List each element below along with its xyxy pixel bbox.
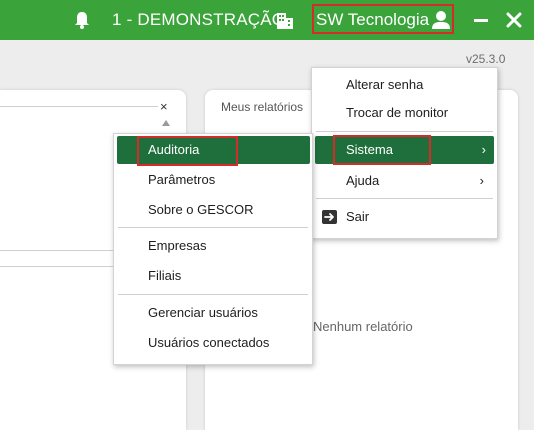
panel-divider (0, 106, 158, 107)
menu-item-ajuda[interactable]: Ajuda › (315, 167, 492, 195)
menu-separator (316, 131, 493, 132)
close-icon[interactable]: × (160, 100, 168, 113)
menu-item-empresas[interactable]: Empresas (117, 232, 310, 260)
menu-item-parametros[interactable]: Parâmetros (117, 166, 310, 194)
user-icon[interactable] (430, 9, 452, 31)
user-menu-button[interactable]: SW Tecnologia (316, 10, 429, 30)
sistema-submenu: Auditoria Parâmetros Sobre o GESCOR Empr… (113, 133, 313, 365)
menu-item-trocar-monitor[interactable]: Trocar de monitor (315, 99, 492, 127)
exit-icon (322, 210, 337, 224)
chevron-right-icon: › (481, 142, 486, 157)
menu-item-usuarios-conectados[interactable]: Usuários conectados (117, 329, 310, 357)
minimize-icon[interactable] (474, 19, 488, 22)
menu-item-sobre[interactable]: Sobre o GESCOR (117, 196, 310, 224)
bell-icon[interactable] (72, 10, 92, 30)
close-icon[interactable] (504, 10, 524, 30)
company-selector[interactable]: 1 - DEMONSTRAÇÃO (112, 10, 285, 30)
scroll-up-icon[interactable] (162, 120, 170, 126)
reports-empty-text: Nenhum relatório (313, 319, 413, 334)
app-header: 1 - DEMONSTRAÇÃO SW Tecnologia (0, 0, 534, 40)
auditoria-highlight (137, 136, 238, 166)
menu-item-gerenciar-usuarios[interactable]: Gerenciar usuários (117, 299, 310, 327)
menu-separator (118, 227, 308, 228)
building-icon[interactable] (274, 9, 296, 31)
menu-item-filiais[interactable]: Filiais (117, 262, 310, 290)
reports-panel-title: Meus relatórios (221, 100, 304, 114)
chevron-right-icon: › (479, 173, 484, 188)
menu-separator (118, 294, 308, 295)
sistema-highlight (333, 135, 431, 165)
app-version: v25.3.0 (466, 52, 506, 66)
menu-separator (316, 198, 493, 199)
menu-item-sair[interactable]: Sair (315, 203, 492, 231)
menu-item-alterar-senha[interactable]: Alterar senha (315, 71, 492, 99)
